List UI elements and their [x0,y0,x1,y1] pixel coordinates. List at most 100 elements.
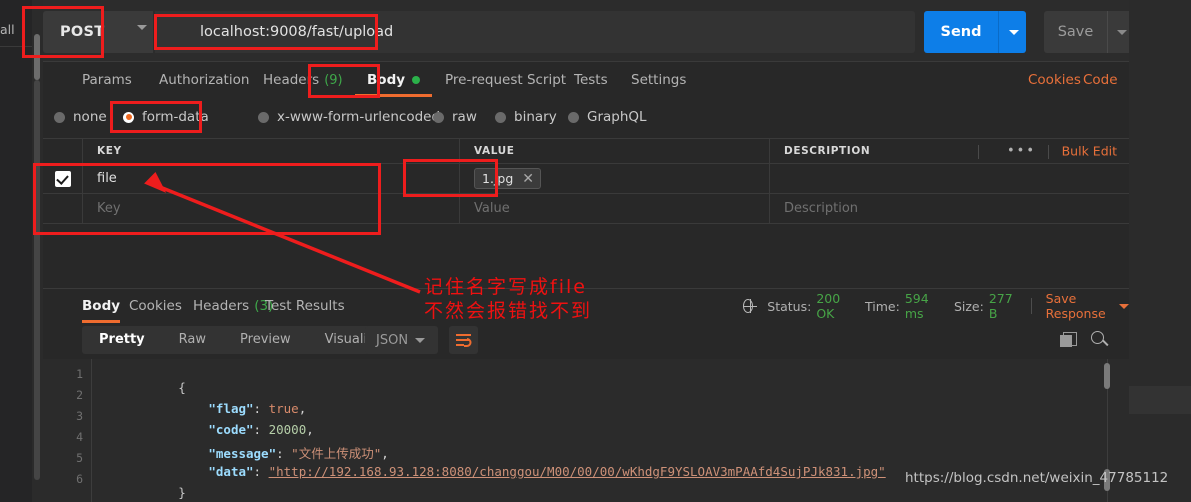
body-present-dot-icon [412,76,421,84]
json-colon: : [253,464,269,479]
response-scrollbar-thumb[interactable] [1104,363,1110,389]
row-enabled-checkbox[interactable] [54,170,71,187]
line-number: 3 [76,409,83,423]
time-value: 594 ms [904,291,929,321]
response-tab-headers[interactable]: Headers (3) [193,289,273,323]
header-key-cell: KEY [83,139,460,163]
response-tab-test-results[interactable]: Test Results [265,289,345,323]
sidebar-divider [0,46,32,47]
left-scrollbar[interactable] [32,0,43,502]
header-description-cell: DESCRIPTION ••• Bulk Edit [770,139,1129,163]
view-pretty[interactable]: Pretty [82,326,162,354]
language-label: JSON [376,332,409,348]
line-number: 6 [76,472,83,486]
file-chip[interactable]: 1.jpg ✕ [474,168,542,189]
form-data-table: KEY VALUE DESCRIPTION ••• Bulk Edit file… [43,138,1129,224]
radio-graphql[interactable]: GraphQL [568,100,647,134]
left-sidebar-cutoff: all [0,0,32,502]
response-view-switcher: Pretty Raw Preview Visualize [82,326,399,354]
header-separator-2 [1048,145,1049,159]
code-link[interactable]: Code [1083,62,1118,98]
status-separator [1030,298,1032,314]
row-key-cell[interactable]: file [83,164,460,193]
radio-icon [495,111,506,123]
search-icon[interactable] [1091,331,1104,344]
radio-form-data[interactable]: form-data [123,100,209,134]
view-raw[interactable]: Raw [162,326,223,354]
tab-authorization[interactable]: Authorization [159,62,249,98]
file-name: 1.jpg [482,171,514,186]
tab-settings[interactable]: Settings [631,62,686,98]
send-options-chevron-down-icon[interactable] [998,11,1026,53]
chevron-down-icon[interactable] [137,25,147,30]
radio-icon [568,111,579,123]
row-description-cell[interactable]: Description [770,194,1129,223]
radio-x-www-form-urlencoded[interactable]: x-www-form-urlencoded [258,100,440,134]
save-response-button[interactable]: Save Response [1046,291,1111,321]
tab-label: Headers [193,298,250,314]
tab-headers[interactable]: Headers (9) [263,62,343,98]
radio-icon [433,111,444,123]
table-row[interactable]: file 1.jpg ✕ [43,164,1129,194]
tab-badge: (9) [324,72,343,88]
save-button[interactable]: Save [1044,11,1107,53]
row-key-cell[interactable]: Key [83,194,460,223]
wrap-lines-button[interactable] [449,326,478,354]
line-number: 4 [76,430,83,444]
tab-body[interactable]: Body [355,62,433,98]
tab-params[interactable]: Params [82,62,132,98]
row-enabled-checkbox-cell[interactable] [43,164,83,193]
column-header-value: VALUE [474,145,515,157]
radio-label: binary [514,109,557,125]
column-header-key: KEY [97,145,122,157]
watermark-text: https://blog.csdn.net/weixin_47785112 [905,470,1169,486]
response-format-bar: Pretty Raw Preview Visualize JSON [43,323,1129,359]
send-button[interactable]: Send [924,11,998,53]
method-selector[interactable]: POST [43,11,153,53]
sidebar-cut-label: all [0,22,15,37]
tab-tests[interactable]: Tests [574,62,608,98]
more-options-icon[interactable]: ••• [1007,144,1036,159]
chevron-down-icon[interactable] [1119,303,1130,309]
gutter-divider [91,359,92,502]
row-enabled-checkbox-cell[interactable] [43,194,83,223]
right-edge-panel [1129,0,1191,502]
view-preview[interactable]: Preview [223,326,308,354]
method-label: POST [60,24,105,40]
radio-label: form-data [142,109,209,125]
table-row[interactable]: Key Value Description [43,194,1129,224]
left-scrollbar-thumb[interactable] [34,34,40,80]
response-tab-cookies[interactable]: Cookies [129,289,182,323]
bulk-edit-link[interactable]: Bulk Edit [1062,144,1117,159]
row-value-cell[interactable]: Value [460,194,770,223]
close-icon[interactable]: ✕ [522,172,534,186]
radio-label: none [73,109,107,125]
json-key: "data" [208,464,254,479]
tab-label: Cookies [129,298,182,314]
language-selector[interactable]: JSON [365,326,438,354]
chevron-down-icon [415,338,425,343]
code-line: "data": "http://192.168.93.128:8080/chan… [103,449,886,494]
radio-raw[interactable]: raw [433,100,477,134]
response-tab-body[interactable]: Body [82,289,121,323]
annotation-note-line-1: 记住名字写成file [424,276,587,298]
radio-selected-icon [123,111,134,123]
radio-icon [258,111,269,123]
cookies-link[interactable]: Cookies [1028,62,1081,98]
row-description-cell[interactable] [770,164,1129,193]
header-separator [978,145,979,159]
json-value-url[interactable]: "http://192.168.93.128:8080/changgou/M00… [269,464,886,479]
status-value: 200 OK [816,291,841,321]
tab-label: Params [82,72,132,88]
radio-none[interactable]: none [54,100,107,134]
line-number: 2 [76,388,83,402]
tab-label: Headers [263,72,320,88]
radio-label: GraphQL [587,109,647,125]
radio-binary[interactable]: binary [495,100,557,134]
copy-icon[interactable] [1060,332,1077,347]
tab-pre-request-script[interactable]: Pre-request Script [445,62,566,98]
request-url-input[interactable] [155,11,915,53]
header-value-cell: VALUE [460,139,770,163]
row-value-cell[interactable]: 1.jpg ✕ [460,164,770,193]
json-close-brace: } [178,485,186,500]
